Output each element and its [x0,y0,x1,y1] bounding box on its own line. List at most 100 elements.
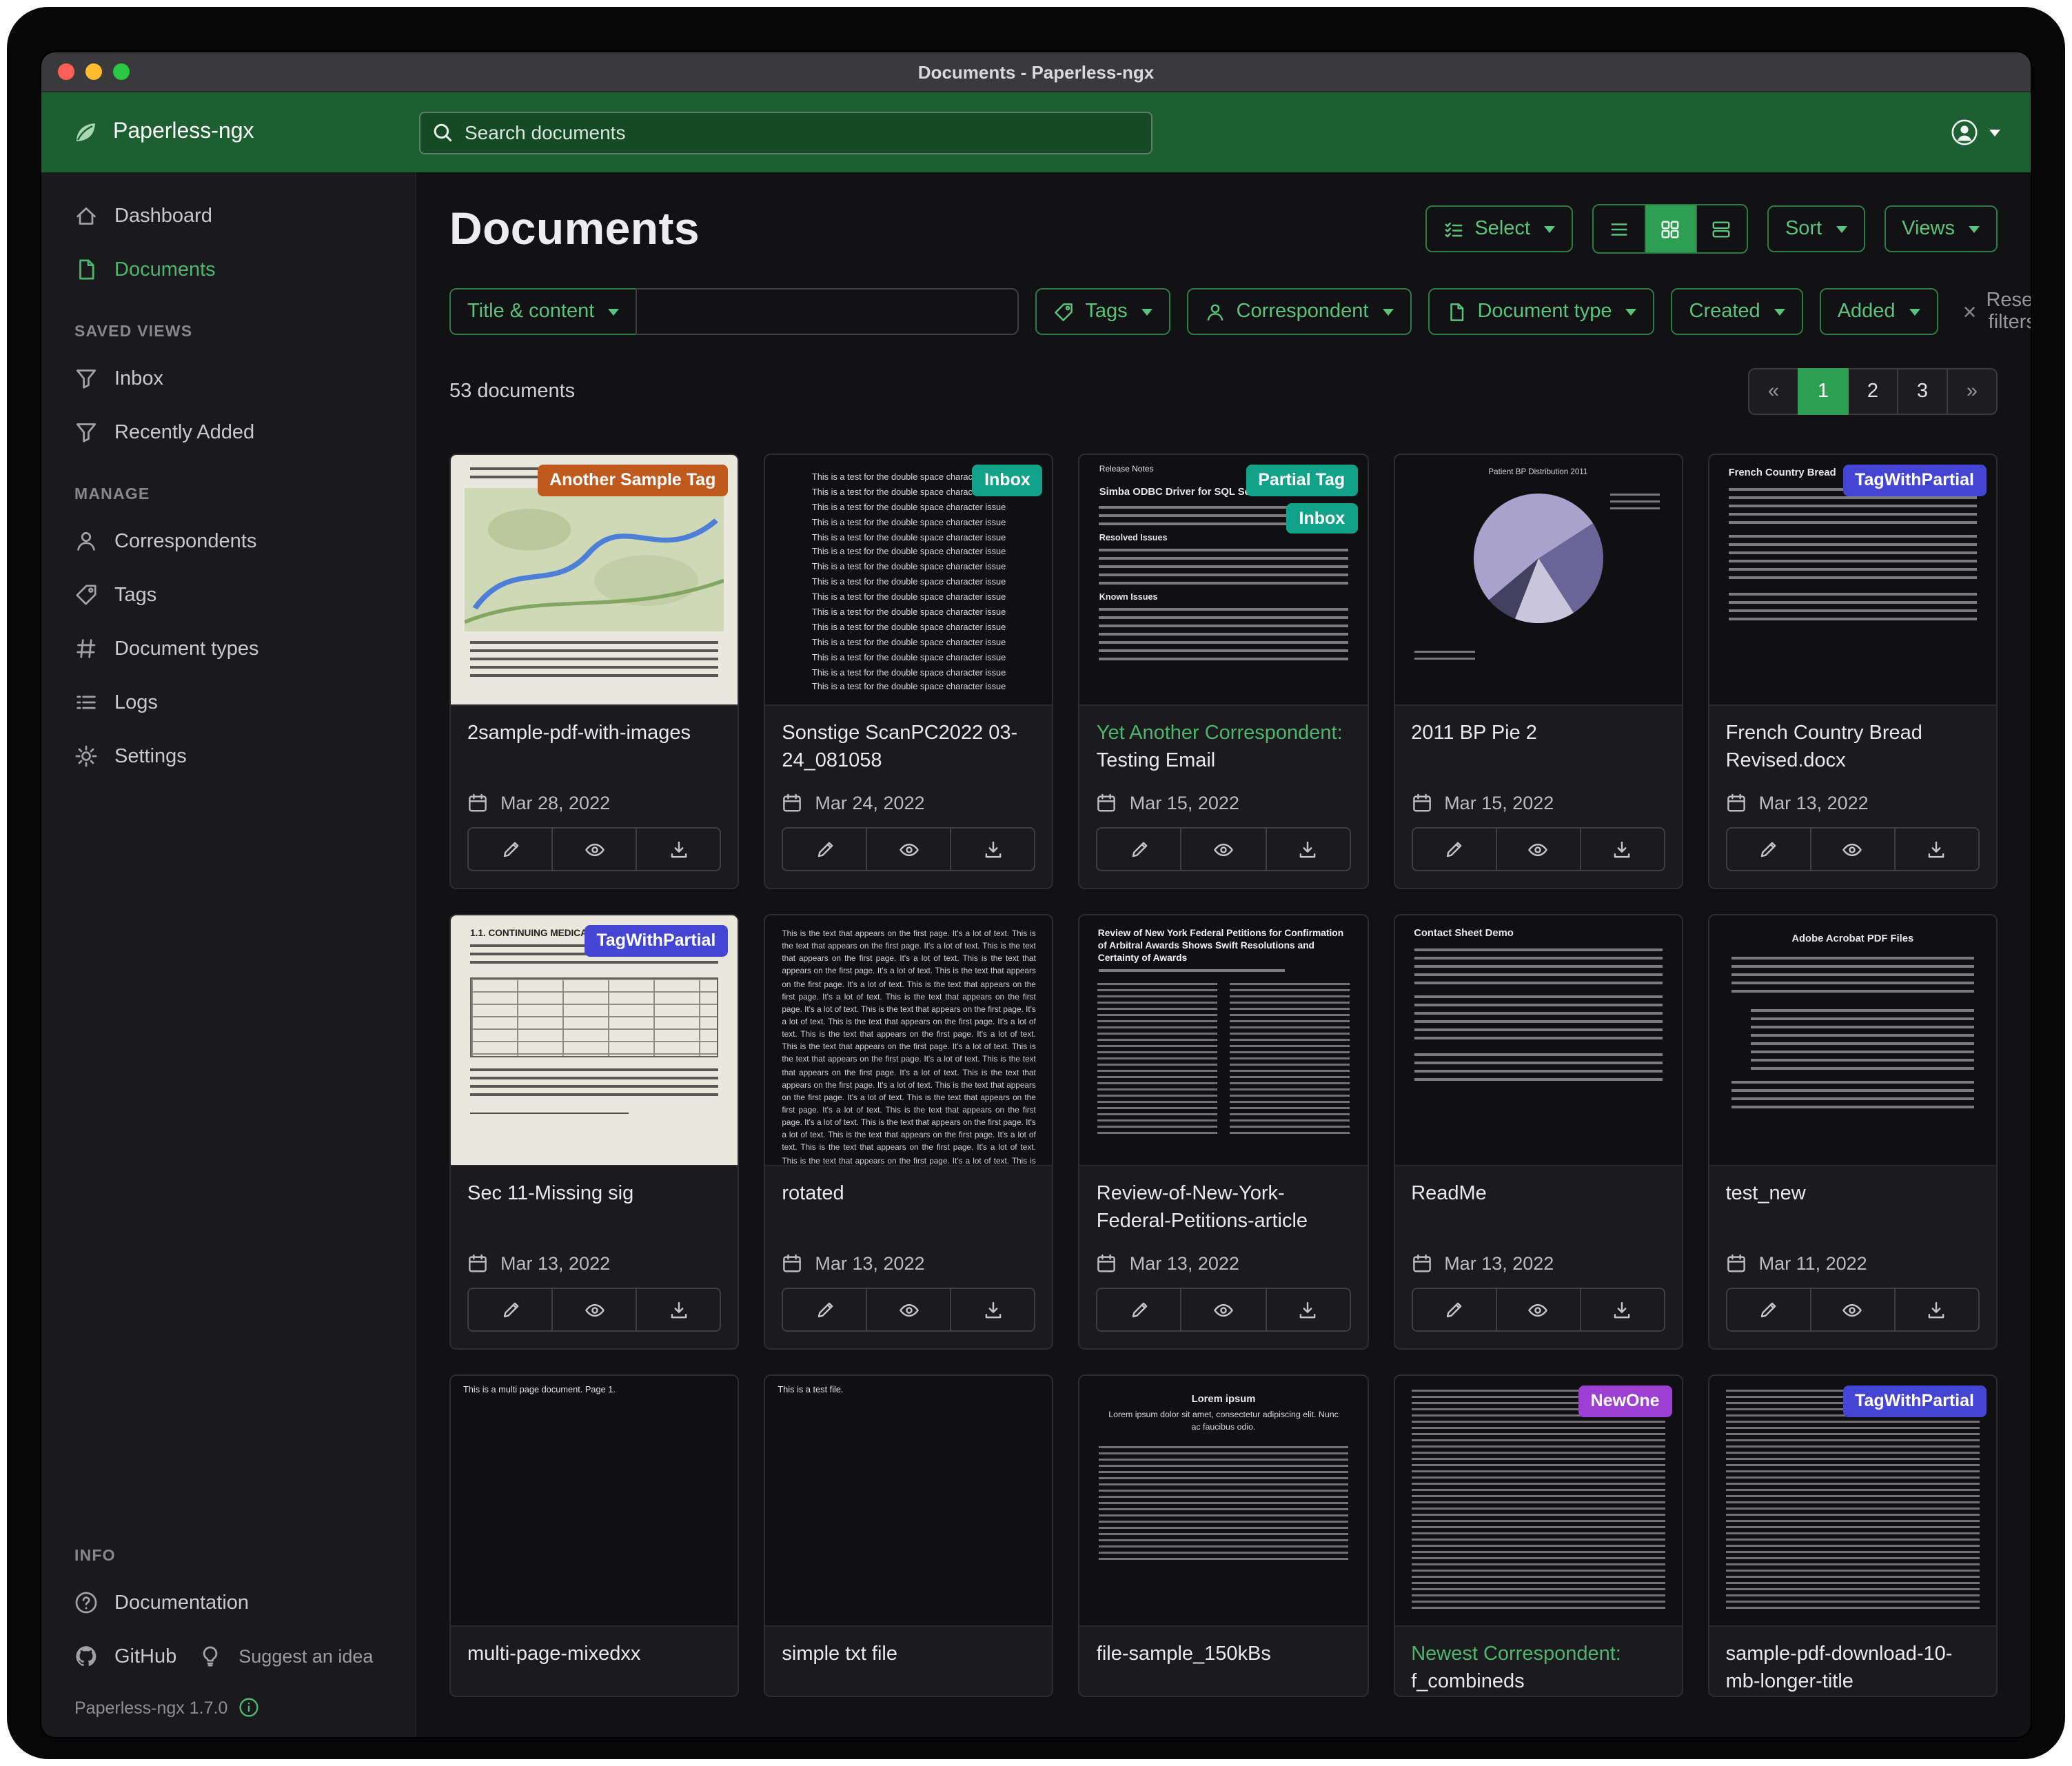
document-title[interactable]: Newest Correspondent: f_combineds [1411,1641,1665,1696]
download-button[interactable] [1265,829,1349,870]
minimize-button[interactable] [85,63,102,80]
document-title[interactable]: rotated [782,1180,1035,1235]
download-button[interactable] [1894,829,1978,870]
sidebar-item-tags[interactable]: Tags [41,568,415,622]
view-button[interactable] [1181,1289,1265,1330]
view-button[interactable] [1495,829,1579,870]
view-grid-button[interactable] [1645,205,1696,252]
tag-badge[interactable]: Partial Tag [1246,465,1357,496]
edit-button[interactable] [1727,1289,1810,1330]
document-thumbnail[interactable]: This is a test for the double space char… [765,455,1052,706]
close-button[interactable] [58,63,74,80]
created-filter-button[interactable]: Created [1672,288,1803,335]
pagination-prev-button[interactable]: « [1748,368,1799,415]
download-button[interactable] [1579,829,1663,870]
sidebar-item-dashboard[interactable]: Dashboard [41,189,415,243]
edit-button[interactable] [783,1289,866,1330]
edit-button[interactable] [783,829,866,870]
download-button[interactable] [636,829,720,870]
document-title[interactable]: file-sample_150kBs [1097,1641,1350,1696]
pagination-page-3-button[interactable]: 3 [1897,368,1948,415]
edit-button[interactable] [1727,829,1810,870]
document-thumbnail[interactable]: French Country Bread TagWithPartial [1709,455,1996,706]
document-thumbnail[interactable]: This is a test file. [765,1376,1052,1627]
sidebar-item-documentation[interactable]: Documentation [41,1576,415,1630]
edit-button[interactable] [1098,1289,1181,1330]
user-menu[interactable] [1951,119,2000,146]
download-button[interactable] [951,1289,1035,1330]
sidebar-item-documents[interactable]: Documents [41,243,415,296]
document-title[interactable]: 2sample-pdf-with-images [467,720,721,775]
document-title[interactable]: 2011 BP Pie 2 [1411,720,1665,775]
view-list-button[interactable] [1594,205,1645,252]
document-thumbnail[interactable]: Review of New York Federal Petitions for… [1080,915,1367,1166]
zoom-button[interactable] [113,63,130,80]
edit-button[interactable] [1412,1289,1495,1330]
sidebar-item-recently-added[interactable]: Recently Added [41,405,415,459]
info-icon[interactable] [238,1697,259,1718]
document-thumbnail[interactable]: This is a multi page document. Page 1. [451,1376,738,1627]
document-thumbnail[interactable]: Release NotesSimba ODBC Driver for SQL S… [1080,455,1367,706]
sidebar-item-github[interactable]: GitHub [41,1630,193,1683]
select-button[interactable]: Select [1425,205,1573,252]
sidebar-item-document-types[interactable]: Document types [41,622,415,676]
tag-badge[interactable]: Another Sample Tag [537,465,728,496]
pagination-page-1-button[interactable]: 1 [1798,368,1849,415]
title-content-filter-button[interactable]: Title & content [449,288,637,335]
document-thumbnail[interactable]: This is the text that appears on the fir… [765,915,1052,1166]
views-button[interactable]: Views [1884,205,1998,252]
download-button[interactable] [951,829,1035,870]
document-title[interactable]: Review-of-New-York-Federal-Petitions-art… [1097,1180,1350,1235]
document-thumbnail[interactable]: Contact Sheet Demo [1394,915,1681,1166]
download-button[interactable] [1894,1289,1978,1330]
download-button[interactable] [1579,1289,1663,1330]
view-button[interactable] [551,829,636,870]
app-logo[interactable]: Paperless-ngx [72,119,419,146]
tag-badge[interactable]: TagWithPartial [1842,1386,1987,1417]
view-button[interactable] [551,1289,636,1330]
download-button[interactable] [1265,1289,1349,1330]
pagination-page-2-button[interactable]: 2 [1847,368,1898,415]
view-button[interactable] [1810,1289,1894,1330]
edit-button[interactable] [469,829,551,870]
document-thumbnail[interactable]: Patient BP Distribution 2011 [1394,455,1681,706]
sidebar-item-correspondents[interactable]: Correspondents [41,514,415,568]
view-button[interactable] [1810,829,1894,870]
tag-badge[interactable]: NewOne [1578,1386,1672,1417]
edit-button[interactable] [1412,829,1495,870]
search-input[interactable] [419,111,1152,154]
document-thumbnail[interactable]: TagWithPartial [1709,1376,1996,1627]
correspondent-link[interactable]: Yet Another Correspondent: [1097,722,1343,744]
document-thumbnail[interactable]: Adobe Acrobat PDF Files [1709,915,1996,1166]
view-button[interactable] [1181,829,1265,870]
document-thumbnail[interactable]: Lorem ipsumLorem ipsum dolor sit amet, c… [1080,1376,1367,1627]
document-title[interactable]: test_new [1726,1180,1980,1235]
document-title[interactable]: Yet Another Correspondent: Testing Email [1097,720,1350,775]
added-filter-button[interactable]: Added [1820,288,1938,335]
view-button[interactable] [1495,1289,1579,1330]
sort-button[interactable]: Sort [1767,205,1865,252]
tags-filter-button[interactable]: Tags [1035,288,1170,335]
correspondent-link[interactable]: Newest Correspondent: [1411,1643,1621,1665]
document-title[interactable]: simple txt file [782,1641,1035,1696]
document-thumbnail[interactable]: Another Sample Tag [451,455,738,706]
download-button[interactable] [636,1289,720,1330]
view-button[interactable] [866,829,951,870]
document-title[interactable]: multi-page-mixedxx [467,1641,721,1696]
reset-filters-button[interactable]: × Reset filters [1955,288,2031,335]
document-title[interactable]: Sonstige ScanPC2022 03-24_081058 [782,720,1035,775]
document-title[interactable]: French Country Bread Revised.docx [1726,720,1980,775]
document-title[interactable]: Sec 11-Missing sig [467,1180,721,1235]
tag-badge[interactable]: TagWithPartial [584,925,728,956]
document-thumbnail[interactable]: NewOne [1394,1376,1681,1627]
tag-badge[interactable]: TagWithPartial [1842,465,1987,496]
edit-button[interactable] [469,1289,551,1330]
tag-badge[interactable]: Inbox [1287,503,1358,534]
document-title[interactable]: sample-pdf-download-10-mb-longer-title [1726,1641,1980,1696]
pagination-next-button[interactable]: » [1947,368,1998,415]
view-button[interactable] [866,1289,951,1330]
sidebar-item-settings[interactable]: Settings [41,729,415,783]
sidebar-item-logs[interactable]: Logs [41,676,415,729]
view-detail-button[interactable] [1696,205,1747,252]
document-title[interactable]: ReadMe [1411,1180,1665,1235]
